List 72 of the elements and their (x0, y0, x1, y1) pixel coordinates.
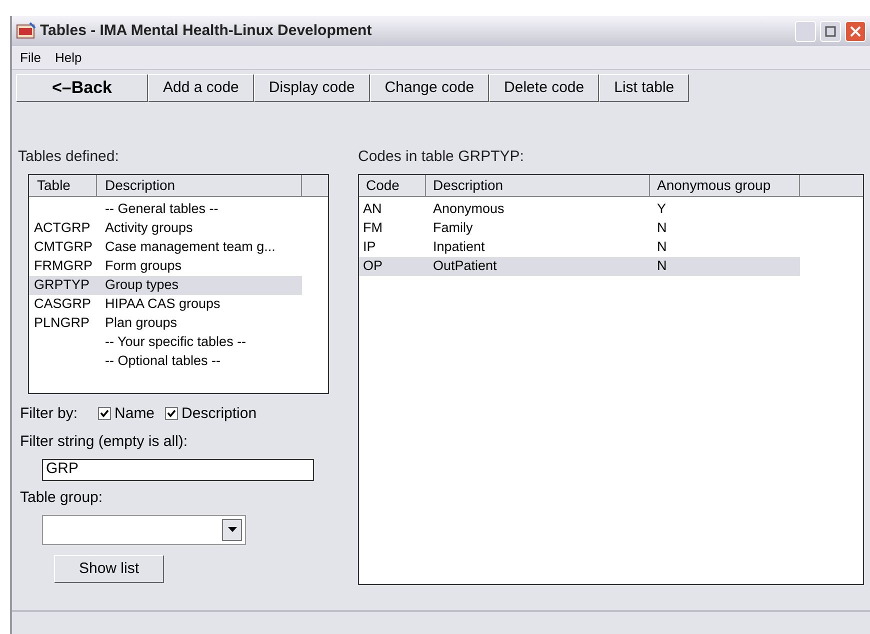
table-cell-text: HIPAA CAS groups (104, 294, 222, 313)
checkbox[interactable] (164, 407, 178, 420)
table-cell-text: -- General tables -- (104, 200, 220, 218)
caret-icon (228, 527, 236, 533)
table-cell: Inpatient (433, 238, 485, 254)
table-cell-text: -- Optional tables -- (104, 352, 222, 370)
table-row[interactable]: CASGRP HIPAA CAS groups (29, 294, 302, 314)
checkbox-label: Name (114, 404, 155, 424)
table-cell: FM (363, 220, 382, 235)
filter-label: Filter by: (20, 404, 78, 424)
table-cell: CASGRP (34, 296, 92, 311)
toolbar-button[interactable]: Add a code (148, 74, 254, 102)
table-cell: Family (433, 220, 473, 235)
table-row[interactable]: FRMGRP Form groups (29, 256, 302, 276)
table-cell: PLNGRP (34, 314, 90, 330)
table-cell-text: Group types (104, 276, 180, 294)
table-cell: N (657, 220, 667, 235)
table-cell: N (657, 258, 667, 273)
table-row[interactable]: AN Anonymous Y (359, 200, 800, 218)
table-cell: N (657, 238, 667, 254)
menu-item[interactable]: Help (54, 48, 82, 68)
table-row[interactable]: OP OutPatient N (359, 256, 800, 276)
table-cell-text: -- Your specific tables -- (104, 332, 248, 351)
window-title: Tables - IMA Mental Health-Linux Development (40, 20, 373, 41)
maximize-icon (825, 26, 836, 36)
table-cell-text: Activity groups (104, 218, 194, 237)
maximize-button[interactable] (820, 20, 841, 42)
table-cell: OP (363, 258, 383, 273)
table-row[interactable]: FM Family N (359, 218, 800, 238)
panel-label: Codes in table GRPTYP: (358, 147, 525, 167)
table-cell: Y (657, 200, 666, 216)
table-row[interactable]: CMTGRP Case management team g... (29, 238, 302, 256)
table-cell: IP (363, 238, 376, 254)
toolbar-button[interactable]: Change code (370, 74, 490, 102)
table-cell: CMTGRP (34, 238, 92, 254)
close-icon (850, 26, 861, 36)
table-row[interactable]: -- Your specific tables -- (29, 332, 302, 352)
table-row[interactable]: PLNGRP Plan groups (29, 314, 302, 332)
table-cell: FRMGRP (34, 258, 92, 273)
show-list-button[interactable]: Show list (54, 555, 164, 583)
menu-item[interactable]: File (20, 48, 41, 68)
checkbox[interactable] (98, 407, 111, 420)
checkbox-label: Description (182, 404, 257, 424)
table-cell: Anonymous (433, 200, 504, 216)
close-button[interactable] (845, 20, 866, 42)
table-row[interactable]: IP Inpatient N (359, 238, 800, 256)
table-cell-text: Form groups (104, 256, 183, 275)
panel-label: Tables defined: (18, 147, 120, 167)
column-header[interactable]: Code (359, 174, 426, 196)
table-row[interactable]: GRPTYP Group types (29, 276, 302, 294)
table-group-dropdown[interactable] (42, 515, 246, 545)
app-icon (16, 22, 36, 40)
table-cell: AN (363, 200, 382, 216)
toolbar-button[interactable]: Delete code (489, 74, 600, 102)
table-cell-text: Plan groups (104, 314, 178, 332)
back-button[interactable]: <–Back (16, 74, 148, 102)
table-row[interactable]: -- Optional tables -- (29, 352, 302, 370)
column-header[interactable]: Anonymous group (650, 174, 800, 196)
table-group-label: Table group: (20, 488, 104, 508)
column-header[interactable]: Description (97, 174, 302, 196)
table-cell: ACTGRP (34, 220, 90, 235)
table-cell: GRPTYP (34, 276, 90, 292)
table-row[interactable]: ACTGRP Activity groups (29, 218, 302, 238)
toolbar-button[interactable]: Display code (254, 74, 370, 102)
filter-string-label: Filter string (empty is all): (20, 432, 189, 452)
filter-input[interactable]: GRP (42, 458, 314, 480)
column-header[interactable]: Table (29, 174, 97, 196)
toolbar-button[interactable]: List table (599, 74, 690, 102)
table-cell-text: Case management team g... (104, 238, 276, 256)
table-row[interactable]: -- General tables -- (29, 200, 302, 218)
table-cell: OutPatient (433, 258, 497, 273)
column-header[interactable]: Description (426, 174, 650, 196)
